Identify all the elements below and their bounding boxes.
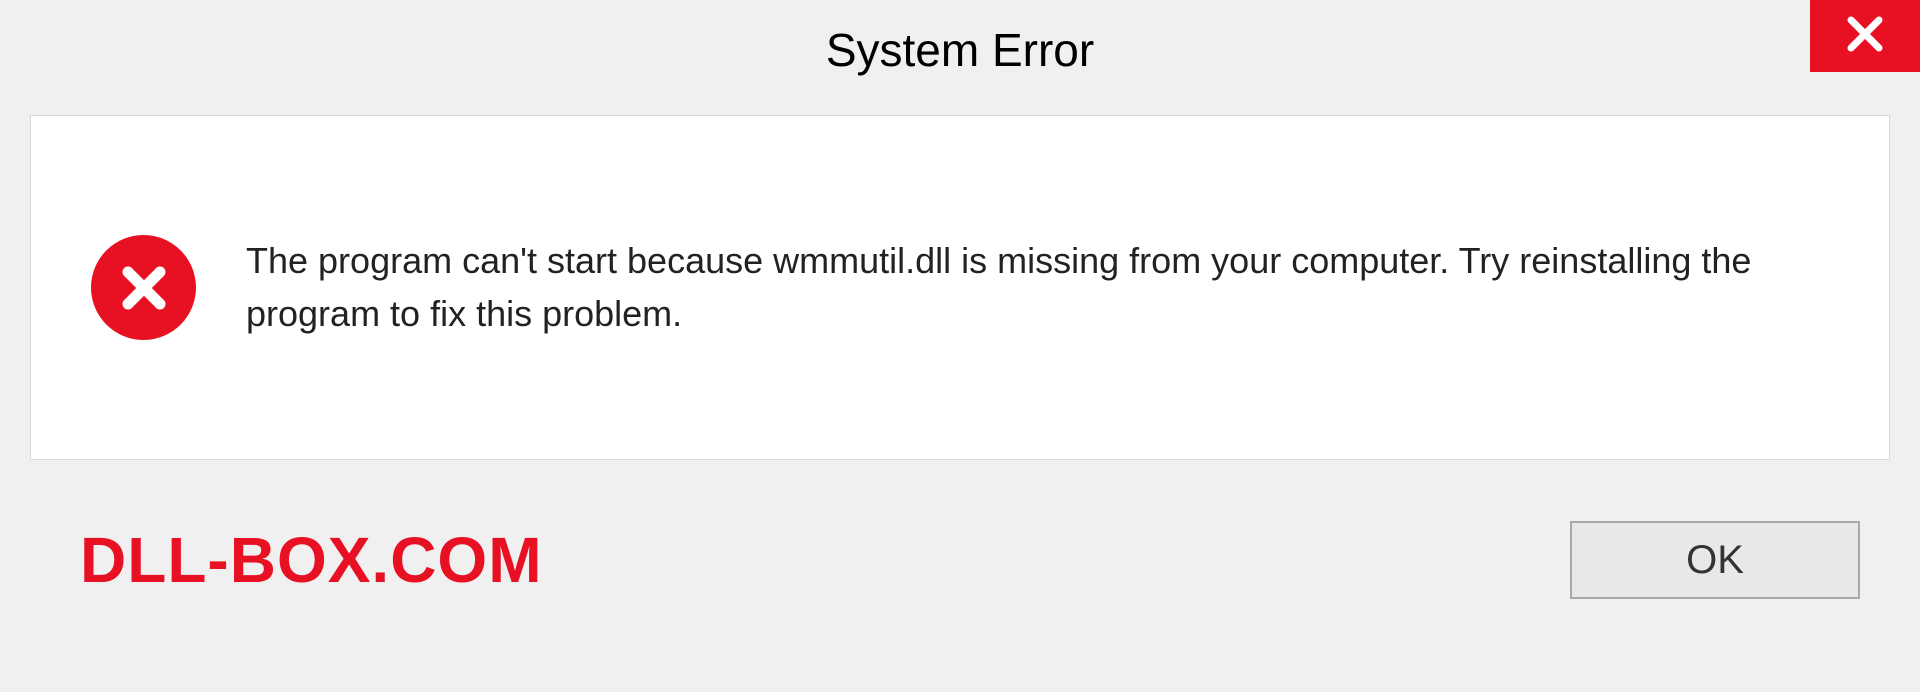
close-button[interactable] (1810, 0, 1920, 72)
error-message: The program can't start because wmmutil.… (246, 235, 1829, 339)
dialog-title: System Error (826, 23, 1094, 77)
content-panel: The program can't start because wmmutil.… (30, 115, 1890, 460)
error-icon-wrap (91, 235, 196, 340)
error-icon (91, 235, 196, 340)
dialog-header: System Error (0, 0, 1920, 100)
dialog-footer: DLL-BOX.COM OK (30, 460, 1890, 660)
ok-button[interactable]: OK (1570, 521, 1860, 599)
close-icon (1845, 14, 1885, 59)
watermark-text: DLL-BOX.COM (80, 523, 543, 597)
